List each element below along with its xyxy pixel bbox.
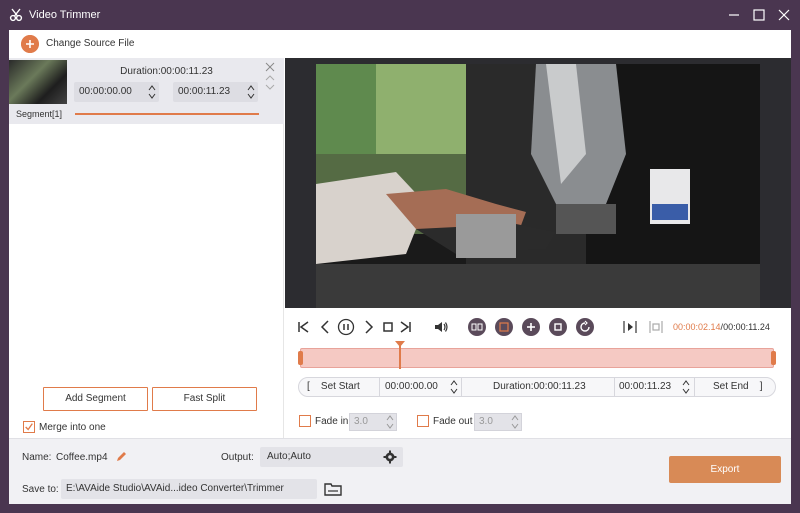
stop-icon[interactable] xyxy=(379,318,397,336)
edit-icon[interactable] xyxy=(116,451,127,462)
segment-end-value: 00:00:11.23 xyxy=(178,86,231,97)
previous-frame-icon[interactable] xyxy=(316,318,334,336)
divider xyxy=(379,378,380,396)
spinner-icon[interactable] xyxy=(247,84,255,100)
scissors-icon xyxy=(9,8,23,22)
skip-end-icon[interactable] xyxy=(396,318,414,336)
trim-timeline[interactable] xyxy=(298,341,776,369)
next-frame-icon[interactable] xyxy=(360,318,378,336)
app-window: Video Trimmer Change Source File Duratio… xyxy=(0,0,800,513)
minimize-icon[interactable] xyxy=(723,4,745,26)
fade-in-checkbox[interactable] xyxy=(299,415,311,427)
merge-label: Merge into one xyxy=(39,422,106,433)
move-up-icon[interactable] xyxy=(265,74,275,82)
reset-icon[interactable] xyxy=(576,318,594,336)
checkmark-icon xyxy=(25,423,33,431)
save-path: E:\AVAide Studio\AVAid...ideo Converter\… xyxy=(66,483,284,494)
spinner-icon[interactable] xyxy=(450,379,458,395)
change-source-button[interactable]: Change Source File xyxy=(46,38,134,49)
spinner-icon[interactable] xyxy=(386,414,394,430)
segment-item[interactable]: Duration:00:00:11.23 00:00:00.00 00:00:1… xyxy=(9,58,284,124)
file-name: Coffee.mp4 xyxy=(56,452,108,463)
segment-end-field[interactable]: 00:00:11.23 xyxy=(173,82,258,102)
source-bar: Change Source File xyxy=(9,30,791,58)
output-value: Auto;Auto xyxy=(267,451,311,462)
save-to-label: Save to: xyxy=(22,484,59,495)
volume-icon[interactable] xyxy=(432,318,450,336)
folder-icon[interactable] xyxy=(324,481,342,497)
main-client-area: Change Source File Duration:00:00:11.23 … xyxy=(9,30,791,504)
fade-out-input[interactable]: 3.0 xyxy=(474,413,522,431)
title-bar: Video Trimmer xyxy=(0,0,800,30)
add-icon[interactable] xyxy=(21,35,39,53)
segment-progress-bar xyxy=(75,113,259,115)
spinner-icon[interactable] xyxy=(682,379,690,395)
set-start-label: Set Start xyxy=(320,381,360,392)
set-start-button[interactable]: [ Set Start xyxy=(307,381,360,392)
segment-duration: Duration:00:00:11.23 xyxy=(120,66,213,77)
fade-out-label: Fade out xyxy=(433,416,473,427)
trim-start-time[interactable]: 00:00:00.00 xyxy=(385,381,438,392)
name-label: Name: xyxy=(22,452,52,463)
close-icon[interactable] xyxy=(773,4,795,26)
total-time: 00:00:11.24 xyxy=(723,322,770,332)
move-down-icon[interactable] xyxy=(265,83,275,91)
fade-row: Fade in 3.0 Fade out 3.0 xyxy=(299,412,599,432)
fade-out-value: 3.0 xyxy=(479,416,493,427)
video-preview-area xyxy=(285,58,791,308)
trim-end-handle[interactable] xyxy=(771,351,776,365)
fade-out-checkbox[interactable] xyxy=(417,415,429,427)
bottom-bar: Name: Coffee.mp4 Output: Auto;Auto Save … xyxy=(9,438,791,504)
save-path-field[interactable]: E:\AVAide Studio\AVAid...ideo Converter\… xyxy=(61,479,317,499)
output-format-field[interactable]: Auto;Auto xyxy=(260,447,403,467)
gear-icon[interactable] xyxy=(383,450,397,464)
divider xyxy=(614,378,615,396)
spinner-icon[interactable] xyxy=(511,414,519,430)
copy-segment-icon[interactable] xyxy=(495,318,513,336)
play-segment-icon[interactable] xyxy=(621,318,639,336)
set-end-button[interactable]: Set End ] xyxy=(713,381,763,392)
segment-label: Segment[1] xyxy=(16,109,63,119)
fast-split-button[interactable]: Fast Split xyxy=(152,387,257,411)
pause-icon[interactable] xyxy=(337,318,355,336)
add-segment-icon[interactable] xyxy=(522,318,540,336)
add-segment-button[interactable]: Add Segment xyxy=(43,387,148,411)
set-end-label: Set End xyxy=(713,381,749,392)
merge-checkbox[interactable] xyxy=(23,421,35,433)
divider xyxy=(694,378,695,396)
segment-panel: Duration:00:00:11.23 00:00:00.00 00:00:1… xyxy=(9,58,284,438)
remove-segment-icon[interactable] xyxy=(265,62,275,72)
window-title: Video Trimmer xyxy=(29,9,101,21)
coffee-scene-image xyxy=(316,64,760,308)
maximize-icon[interactable] xyxy=(748,4,770,26)
current-time: 00:00:02.14 xyxy=(673,322,721,332)
trim-settings-row: [ Set Start 00:00:00.00 Duration:00:00:1… xyxy=(298,377,776,397)
trim-start-handle[interactable] xyxy=(298,351,303,365)
skip-start-icon[interactable] xyxy=(295,318,313,336)
fade-in-value: 3.0 xyxy=(354,416,368,427)
split-icon[interactable] xyxy=(468,318,486,336)
segment-start-value: 00:00:00.00 xyxy=(79,86,132,97)
playhead-line[interactable] xyxy=(399,343,401,369)
time-readout: 00:00:02.14/00:00:11.24 xyxy=(673,322,770,332)
output-label: Output: xyxy=(221,452,254,463)
playback-controls: 00:00:02.14/00:00:11.24 xyxy=(285,313,791,341)
fade-in-input[interactable]: 3.0 xyxy=(349,413,397,431)
fade-in-label: Fade in xyxy=(315,416,349,427)
duplicate-icon[interactable] xyxy=(549,318,567,336)
preview-range-icon[interactable] xyxy=(647,318,665,336)
video-preview[interactable] xyxy=(316,64,760,308)
export-button[interactable]: Export xyxy=(669,456,781,483)
spinner-icon[interactable] xyxy=(148,84,156,100)
divider xyxy=(461,378,462,396)
trim-duration: Duration:00:00:11.23 xyxy=(493,381,586,392)
trim-end-time[interactable]: 00:00:11.23 xyxy=(619,381,671,392)
segment-thumbnail xyxy=(9,60,67,104)
segment-start-field[interactable]: 00:00:00.00 xyxy=(74,82,159,102)
